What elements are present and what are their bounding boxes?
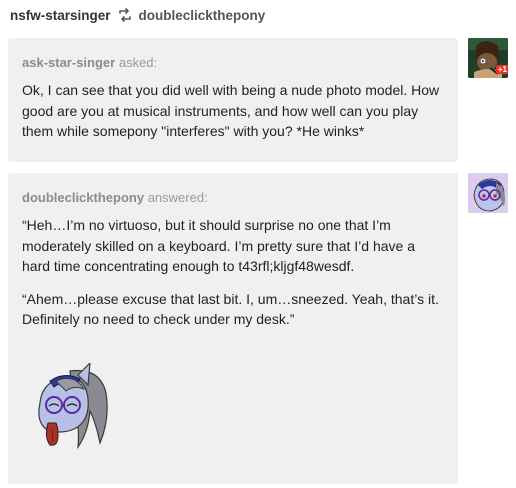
source-blog-link[interactable]: doubleclickthepony: [139, 8, 266, 23]
reblog-icon: [118, 8, 131, 22]
asker-line: ask-star-singer asked:: [22, 55, 444, 70]
answerer-avatar-image: [468, 173, 508, 213]
avatar-badge: +1: [495, 65, 508, 74]
answered-label: answered:: [147, 190, 208, 205]
answer-paragraph-2: “Ahem…please excuse that last bit. I, um…: [22, 290, 439, 328]
question-text: Ok, I can see that you did well with bei…: [22, 82, 440, 139]
post-header: nsfw-starsinger doubleclickthepony: [10, 6, 265, 24]
question-bubble: ask-star-singer asked: Ok, I can see tha…: [8, 38, 458, 162]
asker-avatar[interactable]: +1: [468, 38, 508, 78]
answer-paragraph-1: “Heh…I’m no virtuoso, but it should surp…: [22, 217, 415, 274]
answerer-line: doubleclickthepony answered:: [22, 190, 444, 205]
asker-name[interactable]: ask-star-singer: [22, 55, 115, 70]
username-link[interactable]: nsfw-starsinger: [10, 8, 111, 23]
answerer-avatar[interactable]: [468, 173, 508, 213]
answer-bubble: doubleclickthepony answered: “Heh…I’m no…: [8, 173, 458, 484]
pony-tongue-illustration: [38, 363, 108, 450]
answerer-name[interactable]: doubleclickthepony: [22, 190, 144, 205]
asked-label: asked:: [118, 55, 158, 70]
